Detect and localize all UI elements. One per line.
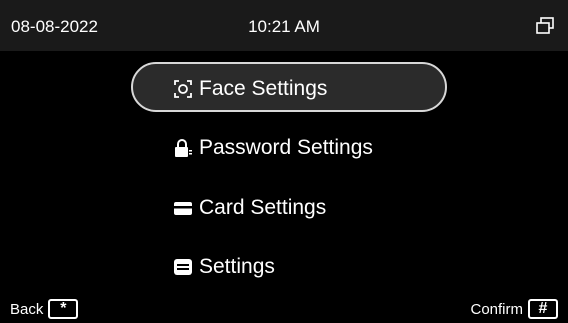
menu-item-password-settings[interactable]: Password Settings — [173, 130, 373, 166]
lock-icon — [173, 138, 193, 158]
confirm-label: Confirm — [470, 300, 523, 318]
back-label: Back — [10, 300, 44, 318]
settings-icon — [173, 257, 193, 277]
confirm-key: # — [538, 300, 548, 317]
hash-key-icon: # — [528, 299, 558, 319]
card-icon — [173, 198, 193, 218]
star-key-icon: * — [48, 299, 79, 319]
settings-menu: Face Settings Password Settings Card Set… — [0, 0, 568, 323]
menu-item-settings[interactable]: Settings — [173, 249, 275, 285]
face-scan-icon — [173, 79, 193, 99]
menu-item-label: Password Settings — [199, 136, 373, 159]
menu-item-label: Card Settings — [199, 196, 327, 219]
menu-item-face-settings[interactable]: Face Settings — [173, 71, 327, 107]
menu-item-card-settings[interactable]: Card Settings — [173, 190, 326, 226]
confirm-button[interactable]: Confirm # — [470, 299, 558, 319]
menu-item-label: Face Settings — [199, 77, 328, 100]
menu-item-label: Settings — [199, 255, 275, 278]
back-button[interactable]: Back * — [10, 299, 79, 319]
back-key: * — [60, 300, 67, 317]
